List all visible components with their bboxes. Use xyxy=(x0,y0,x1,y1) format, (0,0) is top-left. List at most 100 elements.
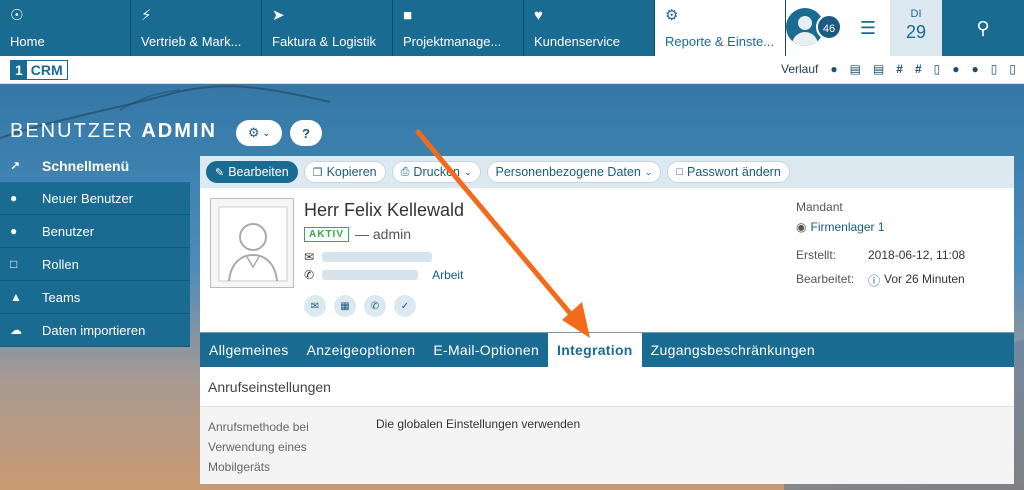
record-toolbar: ✎ Bearbeiten ❐ Kopieren ⎙ Drucken ⌄ Pers… xyxy=(200,156,1014,188)
nav-tab-billing-logistics[interactable]: ➤ Faktura & Logistik xyxy=(262,0,393,56)
phone-redacted[interactable] xyxy=(322,270,419,280)
email-row: ✉ xyxy=(304,250,433,264)
call-method-value: Die globalen Einstellungen verwenden xyxy=(376,417,581,431)
tab-access-restrictions[interactable]: Zugangsbeschränkungen xyxy=(642,333,824,367)
sidebar-item-import-data[interactable]: ☁ Daten importieren xyxy=(0,314,190,347)
print-button-label: Drucken xyxy=(413,165,460,179)
task-action-icon[interactable]: ✓ xyxy=(394,295,416,317)
logo-text: CRM xyxy=(30,62,63,78)
settings-dropdown-button[interactable]: ⚙ ⌄ xyxy=(236,120,282,146)
history-user-icon[interactable]: ● xyxy=(972,62,979,76)
copy-button[interactable]: ❐ Kopieren xyxy=(303,161,386,183)
tab-email-options[interactable]: E-Mail-Optionen xyxy=(424,333,548,367)
history-bar: Verlauf ● ▤ ▤ # # ▯ ● ● ▯ ▯ xyxy=(781,62,1016,76)
email-action-icon[interactable]: ✉ xyxy=(304,295,326,317)
history-user-icon[interactable]: ● xyxy=(952,62,959,76)
help-button[interactable]: ? xyxy=(290,120,322,146)
mandant-link[interactable]: Firmenlager 1 xyxy=(810,220,884,234)
history-document-icon[interactable]: ▤ xyxy=(873,62,884,76)
mandant-row: ◉ Firmenlager 1 xyxy=(796,220,965,234)
change-password-button[interactable]: □ Passwort ändern xyxy=(667,161,790,183)
help-icon: ? xyxy=(302,125,310,141)
nav-tab-customer-service[interactable]: ♥ Kundenservice xyxy=(524,0,655,56)
nav-tab-project-management[interactable]: ■ Projektmanage... xyxy=(393,0,524,56)
info-icon[interactable]: ⓘ xyxy=(868,272,880,289)
personal-data-button-label: Personenbezogene Daten xyxy=(495,165,641,179)
background-branch xyxy=(0,85,331,139)
sidebar-item-label: Teams xyxy=(42,289,81,305)
sidebar-item-users[interactable]: ● Benutzer xyxy=(0,215,190,248)
print-button[interactable]: ⎙ Drucken ⌄ xyxy=(391,161,481,183)
history-document-icon[interactable]: ▤ xyxy=(850,62,861,76)
hamburger-menu-icon[interactable]: ☰ xyxy=(846,0,890,56)
modified-value: Vor 26 Minuten xyxy=(884,272,965,286)
created-value: 2018-06-12, 11:08 xyxy=(868,248,966,262)
logo[interactable]: 1 CRM xyxy=(10,60,68,80)
logo-number: 1 xyxy=(11,61,27,79)
nav-tab-label: Reporte & Einste... xyxy=(665,34,775,49)
person-silhouette-icon xyxy=(218,206,288,282)
history-label: Verlauf xyxy=(781,62,819,76)
history-book-icon[interactable]: ▯ xyxy=(1009,62,1016,76)
phone-icon: ✆ xyxy=(304,268,315,282)
sidebar: ↗ Schnellmenü ● Neuer Benutzer ● Benutze… xyxy=(0,150,190,347)
chevron-down-icon: ⌄ xyxy=(644,166,653,177)
history-book-icon[interactable]: ▯ xyxy=(991,62,998,76)
sub-bar: 1 CRM Verlauf ● ▤ ▤ # # ▯ ● ● ▯ ▯ xyxy=(0,56,1024,84)
tshirt-icon: ▲ xyxy=(10,290,22,304)
lock-icon: □ xyxy=(10,257,18,271)
envelope-icon: ✉ xyxy=(304,250,315,264)
modified-label: Bearbeitet: xyxy=(796,272,855,286)
date-day: 29 xyxy=(905,22,927,42)
globe-icon: ☉ xyxy=(10,7,24,24)
user-icon: ● xyxy=(10,224,18,238)
sidebar-item-label: Benutzer xyxy=(42,223,95,239)
user-menu[interactable]: 46 xyxy=(786,0,846,56)
call-action-icon[interactable]: ✆ xyxy=(364,295,386,317)
nav-tab-home[interactable]: ☉ Home xyxy=(0,0,131,56)
phone-row: ✆ Arbeit xyxy=(304,268,463,282)
quick-action-icons: ✉ ▦ ✆ ✓ xyxy=(304,295,416,317)
notification-badge[interactable]: 46 xyxy=(816,14,842,40)
sidebar-item-roles[interactable]: □ Rollen xyxy=(0,248,190,281)
detail-tabs: Allgemeines Anzeigeoptionen E-Mail-Optio… xyxy=(200,333,1014,367)
sidebar-item-label: Neuer Benutzer xyxy=(42,190,134,206)
user-photo-placeholder[interactable] xyxy=(210,198,294,288)
chevron-down-icon: ⌄ xyxy=(262,127,271,138)
edit-button-label: Bearbeiten xyxy=(228,165,289,179)
nav-tab-sales-marketing[interactable]: ⚡ Vertrieb & Mark... xyxy=(131,0,262,56)
box-icon: ■ xyxy=(403,7,413,24)
gear-icon: ⚙ xyxy=(247,125,260,140)
tab-display-options[interactable]: Anzeigeoptionen xyxy=(298,333,425,367)
page-title: BENUTZER ADMIN xyxy=(10,120,217,143)
nav-tab-label: Kundenservice xyxy=(534,34,620,49)
sidebar-heading: ↗ Schnellmenü xyxy=(0,150,190,182)
history-hash-icon[interactable]: # xyxy=(915,62,922,76)
search-icon[interactable]: ⚲ xyxy=(942,0,1024,56)
pencil-icon: ✎ xyxy=(215,166,225,179)
personal-data-button[interactable]: Personenbezogene Daten ⌄ xyxy=(486,161,662,183)
nav-tab-reports-settings[interactable]: ⚙ Reporte & Einste... xyxy=(655,0,786,56)
email-redacted[interactable] xyxy=(322,252,433,262)
record-meta: Mandant ◉ Firmenlager 1 Erstellt: 2018-0… xyxy=(796,200,965,299)
edit-button[interactable]: ✎ Bearbeiten xyxy=(206,161,298,183)
sidebar-item-new-user[interactable]: ● Neuer Benutzer xyxy=(0,182,190,215)
change-password-button-label: Passwort ändern xyxy=(686,165,781,179)
cloud-upload-icon: ☁ xyxy=(10,323,22,337)
lock-icon: □ xyxy=(676,166,683,178)
sidebar-item-teams[interactable]: ▲ Teams xyxy=(0,281,190,314)
status-badge: AKTIV xyxy=(304,226,349,242)
page-title-light: BENUTZER xyxy=(10,120,134,142)
nav-tab-label: Faktura & Logistik xyxy=(272,34,377,49)
chevron-down-icon: ⌄ xyxy=(463,166,472,177)
meeting-action-icon[interactable]: ▦ xyxy=(334,295,356,317)
page-title-bold: ADMIN xyxy=(141,120,217,142)
tab-integration[interactable]: Integration xyxy=(548,333,642,367)
history-book-icon[interactable]: ▯ xyxy=(934,62,941,76)
sidebar-item-label: Rollen xyxy=(42,256,79,272)
user-record-card: Herr Felix Kellewald AKTIV — admin ✉ ✆ A… xyxy=(200,188,1014,332)
history-user-icon[interactable]: ● xyxy=(830,62,837,76)
tab-general[interactable]: Allgemeines xyxy=(200,333,298,367)
calendar-date[interactable]: DI 29 xyxy=(890,0,942,56)
history-hash-icon[interactable]: # xyxy=(896,62,903,76)
